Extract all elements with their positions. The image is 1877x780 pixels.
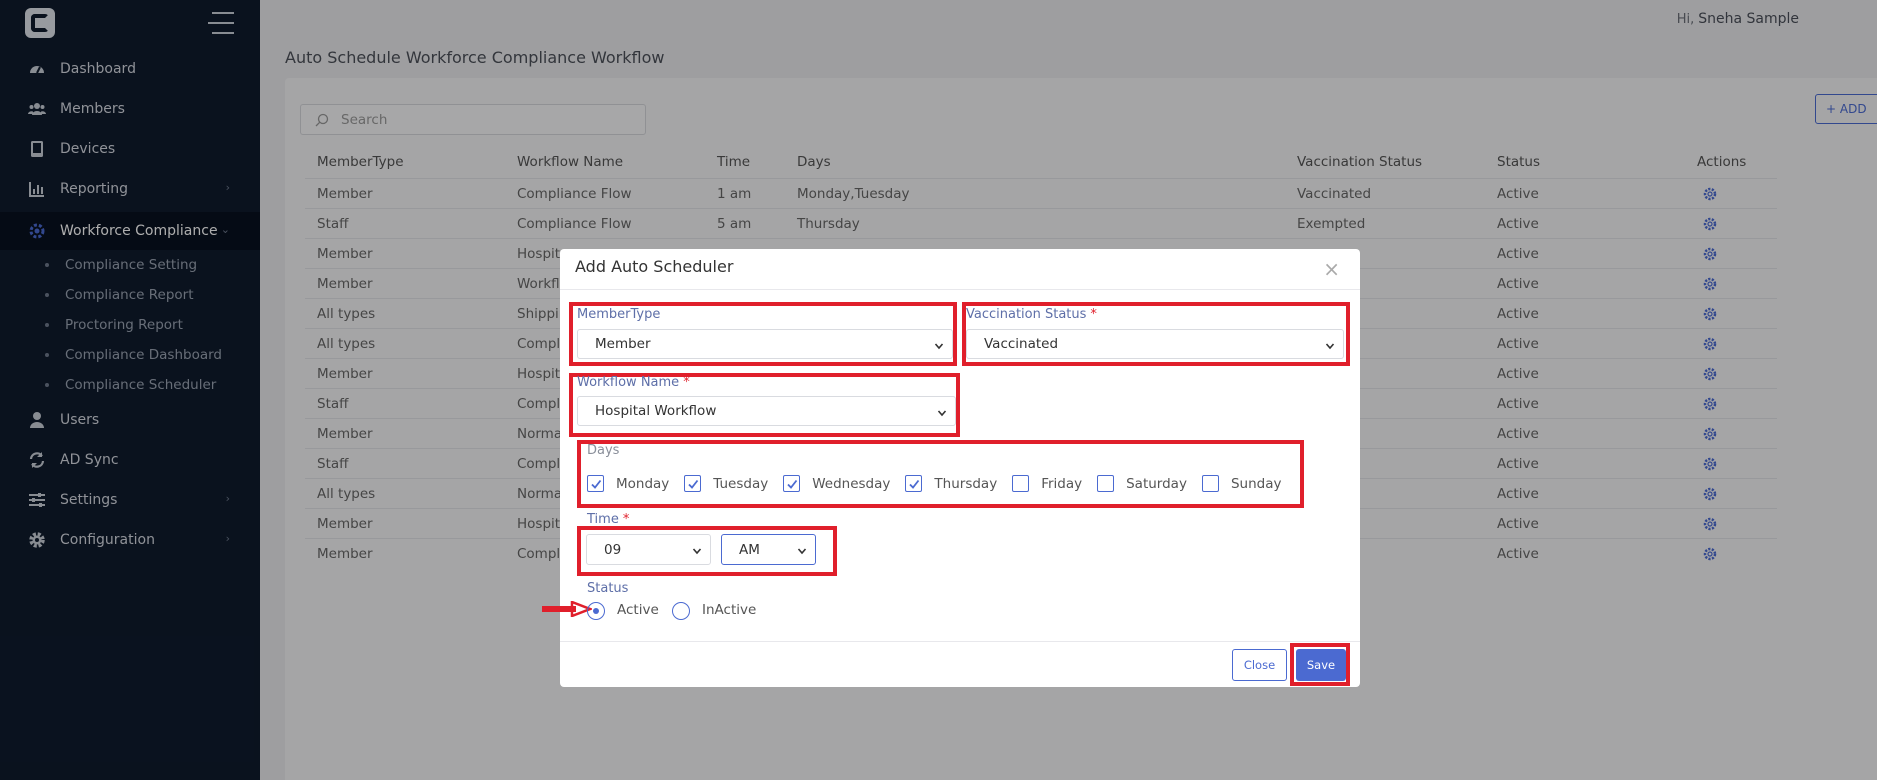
time-period-select[interactable]: AM (721, 534, 816, 565)
close-icon[interactable]: × (1323, 259, 1340, 279)
day-checkbox-monday[interactable] (587, 475, 604, 492)
day-checkbox-thursday[interactable] (905, 475, 923, 492)
save-button[interactable]: Save (1296, 649, 1346, 681)
chevron-down-icon (692, 544, 702, 555)
day-checkbox-label: Sunday (1230, 475, 1282, 492)
time-label: Time * (587, 512, 630, 527)
modal-title: Add Auto Scheduler (575, 257, 734, 276)
modal-divider (560, 641, 1360, 642)
day-checkbox-wednesday[interactable] (783, 475, 801, 492)
day-checkbox-label: Thursday (934, 475, 998, 492)
membertype-value: Member (595, 336, 651, 352)
highlight-box (577, 440, 1304, 508)
close-button[interactable]: Close (1232, 649, 1287, 681)
chevron-down-icon (937, 406, 947, 417)
days-checkbox-group: Monday Tuesday Wednesday Thursday Friday Satu… (587, 475, 1296, 492)
vaccination-status-select[interactable]: Vaccinated (966, 329, 1344, 359)
workflow-name-label: Workflow Name * (577, 375, 690, 390)
time-period-value: AM (739, 541, 760, 558)
chevron-down-icon (1325, 339, 1335, 350)
status-active-label: Active (617, 602, 659, 618)
status-inactive-radio[interactable] (672, 602, 690, 620)
workflow-name-select[interactable]: Hospital Workflow (577, 396, 956, 426)
status-active-radio[interactable] (587, 602, 605, 620)
day-checkbox-saturday[interactable] (1097, 475, 1115, 492)
day-checkbox-label: Monday (616, 475, 670, 492)
day-checkbox-label: Saturday (1126, 475, 1187, 492)
days-label: Days (587, 443, 620, 458)
membertype-label: MemberType (577, 307, 661, 322)
checkmark-icon (787, 479, 797, 489)
checkmark-icon (590, 479, 601, 489)
day-checkbox-label: Tuesday (713, 475, 769, 492)
status-label: Status (587, 581, 629, 596)
time-hour-value: 09 (604, 541, 622, 558)
chevron-down-icon (934, 339, 944, 350)
day-checkbox-tuesday[interactable] (684, 475, 702, 492)
status-inactive-label: InActive (702, 602, 757, 618)
time-hour-select[interactable]: 09 (586, 534, 711, 565)
checkmark-icon (688, 479, 699, 489)
day-checkbox-friday[interactable] (1012, 475, 1030, 492)
modal-divider (560, 289, 1360, 290)
vaccination-status-label: Vaccination Status * (966, 307, 1097, 322)
arrow-annotation-icon (542, 601, 592, 617)
checkmark-icon (909, 479, 920, 489)
day-checkbox-label: Friday (1041, 475, 1083, 492)
vaccination-status-value: Vaccinated (984, 336, 1059, 352)
day-checkbox-label: Wednesday (812, 475, 891, 492)
workflow-name-value: Hospital Workflow (595, 403, 717, 419)
chevron-down-icon (797, 544, 807, 555)
membertype-select[interactable]: Member (577, 329, 953, 359)
day-checkbox-sunday[interactable] (1201, 475, 1219, 492)
